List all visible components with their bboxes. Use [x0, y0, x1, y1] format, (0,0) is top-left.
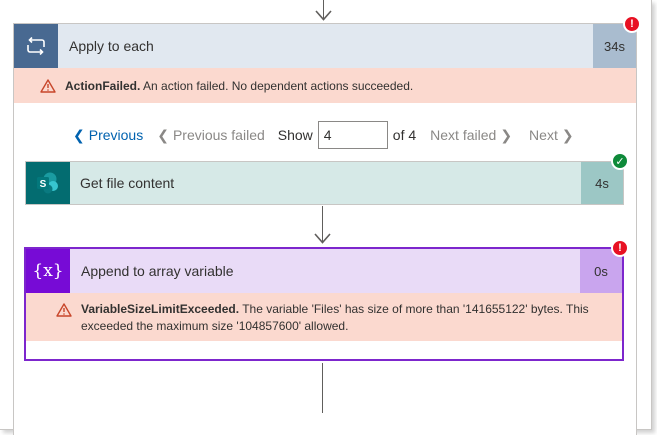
- previous-button[interactable]: ❮ Previous: [73, 127, 143, 144]
- warning-icon: [56, 303, 72, 317]
- chevron-left-icon: ❮: [73, 126, 85, 143]
- warning-icon: [40, 78, 56, 93]
- iteration-pager: ❮ Previous ❮ Previous failed Show of 4 N…: [73, 120, 574, 150]
- append-to-array-card[interactable]: {x} Append to array variable 0s Variable…: [24, 247, 624, 361]
- append-to-array-error: VariableSizeLimitExceeded. The variable …: [26, 293, 622, 341]
- success-status-badge: ✓: [611, 152, 629, 170]
- error-code: ActionFailed.: [65, 78, 141, 93]
- iteration-number-input[interactable]: [317, 121, 388, 149]
- arrow-down-icon: [315, 10, 332, 21]
- apply-to-each-error: ActionFailed. An action failed. No depen…: [14, 68, 636, 103]
- show-label: Show: [277, 127, 313, 143]
- error-status-badge: !: [611, 239, 629, 257]
- apply-to-each-header[interactable]: Apply to each 34s: [14, 24, 636, 68]
- error-code: VariableSizeLimitExceeded.: [81, 302, 240, 316]
- chevron-right-icon: ❯: [500, 126, 513, 143]
- chevron-left-icon: ❮: [157, 126, 169, 143]
- error-message: An action failed. No dependent actions s…: [140, 78, 414, 93]
- svg-text:S: S: [40, 179, 47, 190]
- previous-failed-button[interactable]: ❮ Previous failed: [157, 127, 265, 144]
- append-to-array-title: Append to array variable: [81, 263, 234, 279]
- variable-icon: {x}: [26, 249, 70, 293]
- flow-canvas: Apply to each 34s ActionFailed. An actio…: [0, 0, 652, 435]
- append-to-array-header[interactable]: {x} Append to array variable 0s: [26, 249, 622, 293]
- arrow-down-icon: [314, 233, 331, 244]
- chevron-right-icon: ❯: [561, 126, 574, 143]
- get-file-content-title: Get file content: [80, 175, 175, 191]
- next-failed-button[interactable]: Next failed ❯: [430, 127, 512, 144]
- connector-bottom: [322, 363, 323, 413]
- get-file-content-card[interactable]: S Get file content 4s: [25, 161, 624, 205]
- loop-icon: [14, 24, 58, 68]
- error-status-badge: !: [623, 15, 641, 33]
- sharepoint-icon: S: [26, 162, 70, 204]
- apply-to-each-title: Apply to each: [69, 38, 154, 54]
- iteration-total: of 4: [392, 127, 417, 143]
- next-button[interactable]: Next ❯: [529, 127, 574, 144]
- apply-to-each-card[interactable]: Apply to each 34s ActionFailed. An actio…: [13, 23, 637, 435]
